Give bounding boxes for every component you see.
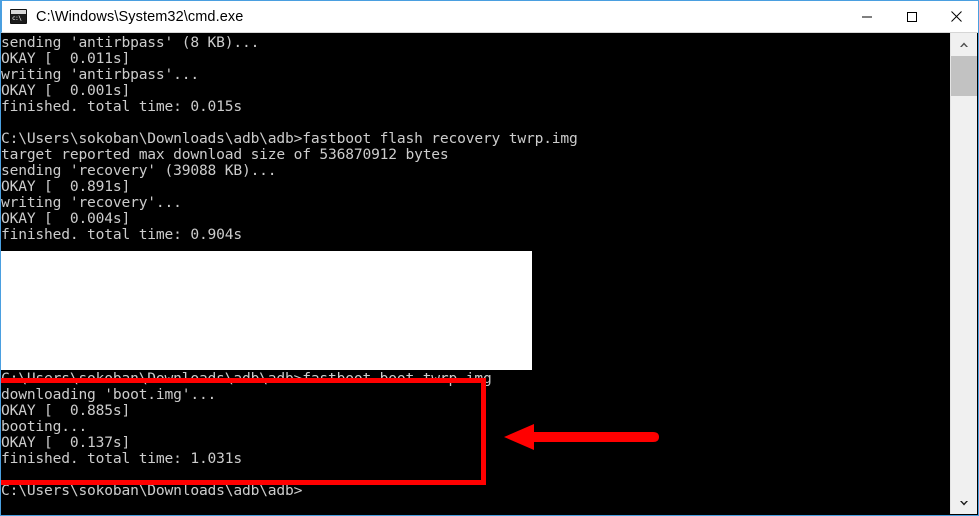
console-line: finished. total time: 0.904s	[1, 226, 242, 243]
cmd-window: C:\Windows\System32\cmd.exe sen	[0, 0, 979, 516]
chevron-down-icon	[960, 500, 968, 505]
console-line: sending 'antirbpass' (8 KB)...	[1, 34, 260, 51]
chevron-up-icon	[960, 42, 968, 47]
console-line: OKAY [ 0.891s]	[1, 178, 131, 195]
console-line: OKAY [ 0.001s]	[1, 82, 131, 99]
console-line: finished. total time: 0.015s	[1, 98, 242, 115]
window-title: C:\Windows\System32\cmd.exe	[36, 8, 244, 25]
console-line: writing 'recovery'...	[1, 194, 182, 211]
console-line: booting...	[1, 418, 88, 435]
console-line: C:\Users\sokoban\Downloads\adb\adb>fastb…	[1, 370, 492, 387]
blank-white-region	[1, 251, 532, 370]
console-line: OKAY [ 0.885s]	[1, 402, 131, 419]
scroll-up-button[interactable]	[951, 33, 977, 55]
console-line: finished. total time: 1.031s	[1, 450, 242, 467]
console-line: sending 'recovery' (39088 KB)...	[1, 162, 277, 179]
console-line: target reported max download size of 536…	[1, 146, 449, 163]
console-line: downloading 'boot.img'...	[1, 386, 217, 403]
console-output-area[interactable]: sending 'antirbpass' (8 KB)... OKAY [ 0.0…	[1, 33, 951, 514]
close-icon	[951, 11, 962, 22]
maximize-icon	[906, 11, 917, 22]
console-line: C:\Users\sokoban\Downloads\adb\adb>	[1, 482, 303, 499]
close-button[interactable]	[934, 1, 978, 32]
cmd-icon	[10, 9, 27, 24]
maximize-button[interactable]	[889, 1, 934, 32]
window-controls	[844, 1, 978, 32]
console-line: OKAY [ 0.011s]	[1, 50, 131, 67]
console-line: OKAY [ 0.004s]	[1, 210, 131, 227]
scroll-down-button[interactable]	[951, 492, 977, 514]
title-bar-left: C:\Windows\System32\cmd.exe	[2, 9, 844, 25]
title-bar[interactable]: C:\Windows\System32\cmd.exe	[1, 0, 978, 33]
console-line: C:\Users\sokoban\Downloads\adb\adb>fastb…	[1, 130, 578, 147]
vertical-scrollbar[interactable]	[950, 33, 977, 514]
minimize-icon	[861, 16, 872, 17]
console-line: OKAY [ 0.137s]	[1, 434, 131, 451]
scrollbar-thumb[interactable]	[951, 56, 977, 96]
scrollbar-track[interactable]	[951, 55, 977, 492]
minimize-button[interactable]	[844, 1, 889, 32]
console-line: writing 'antirbpass'...	[1, 66, 199, 83]
